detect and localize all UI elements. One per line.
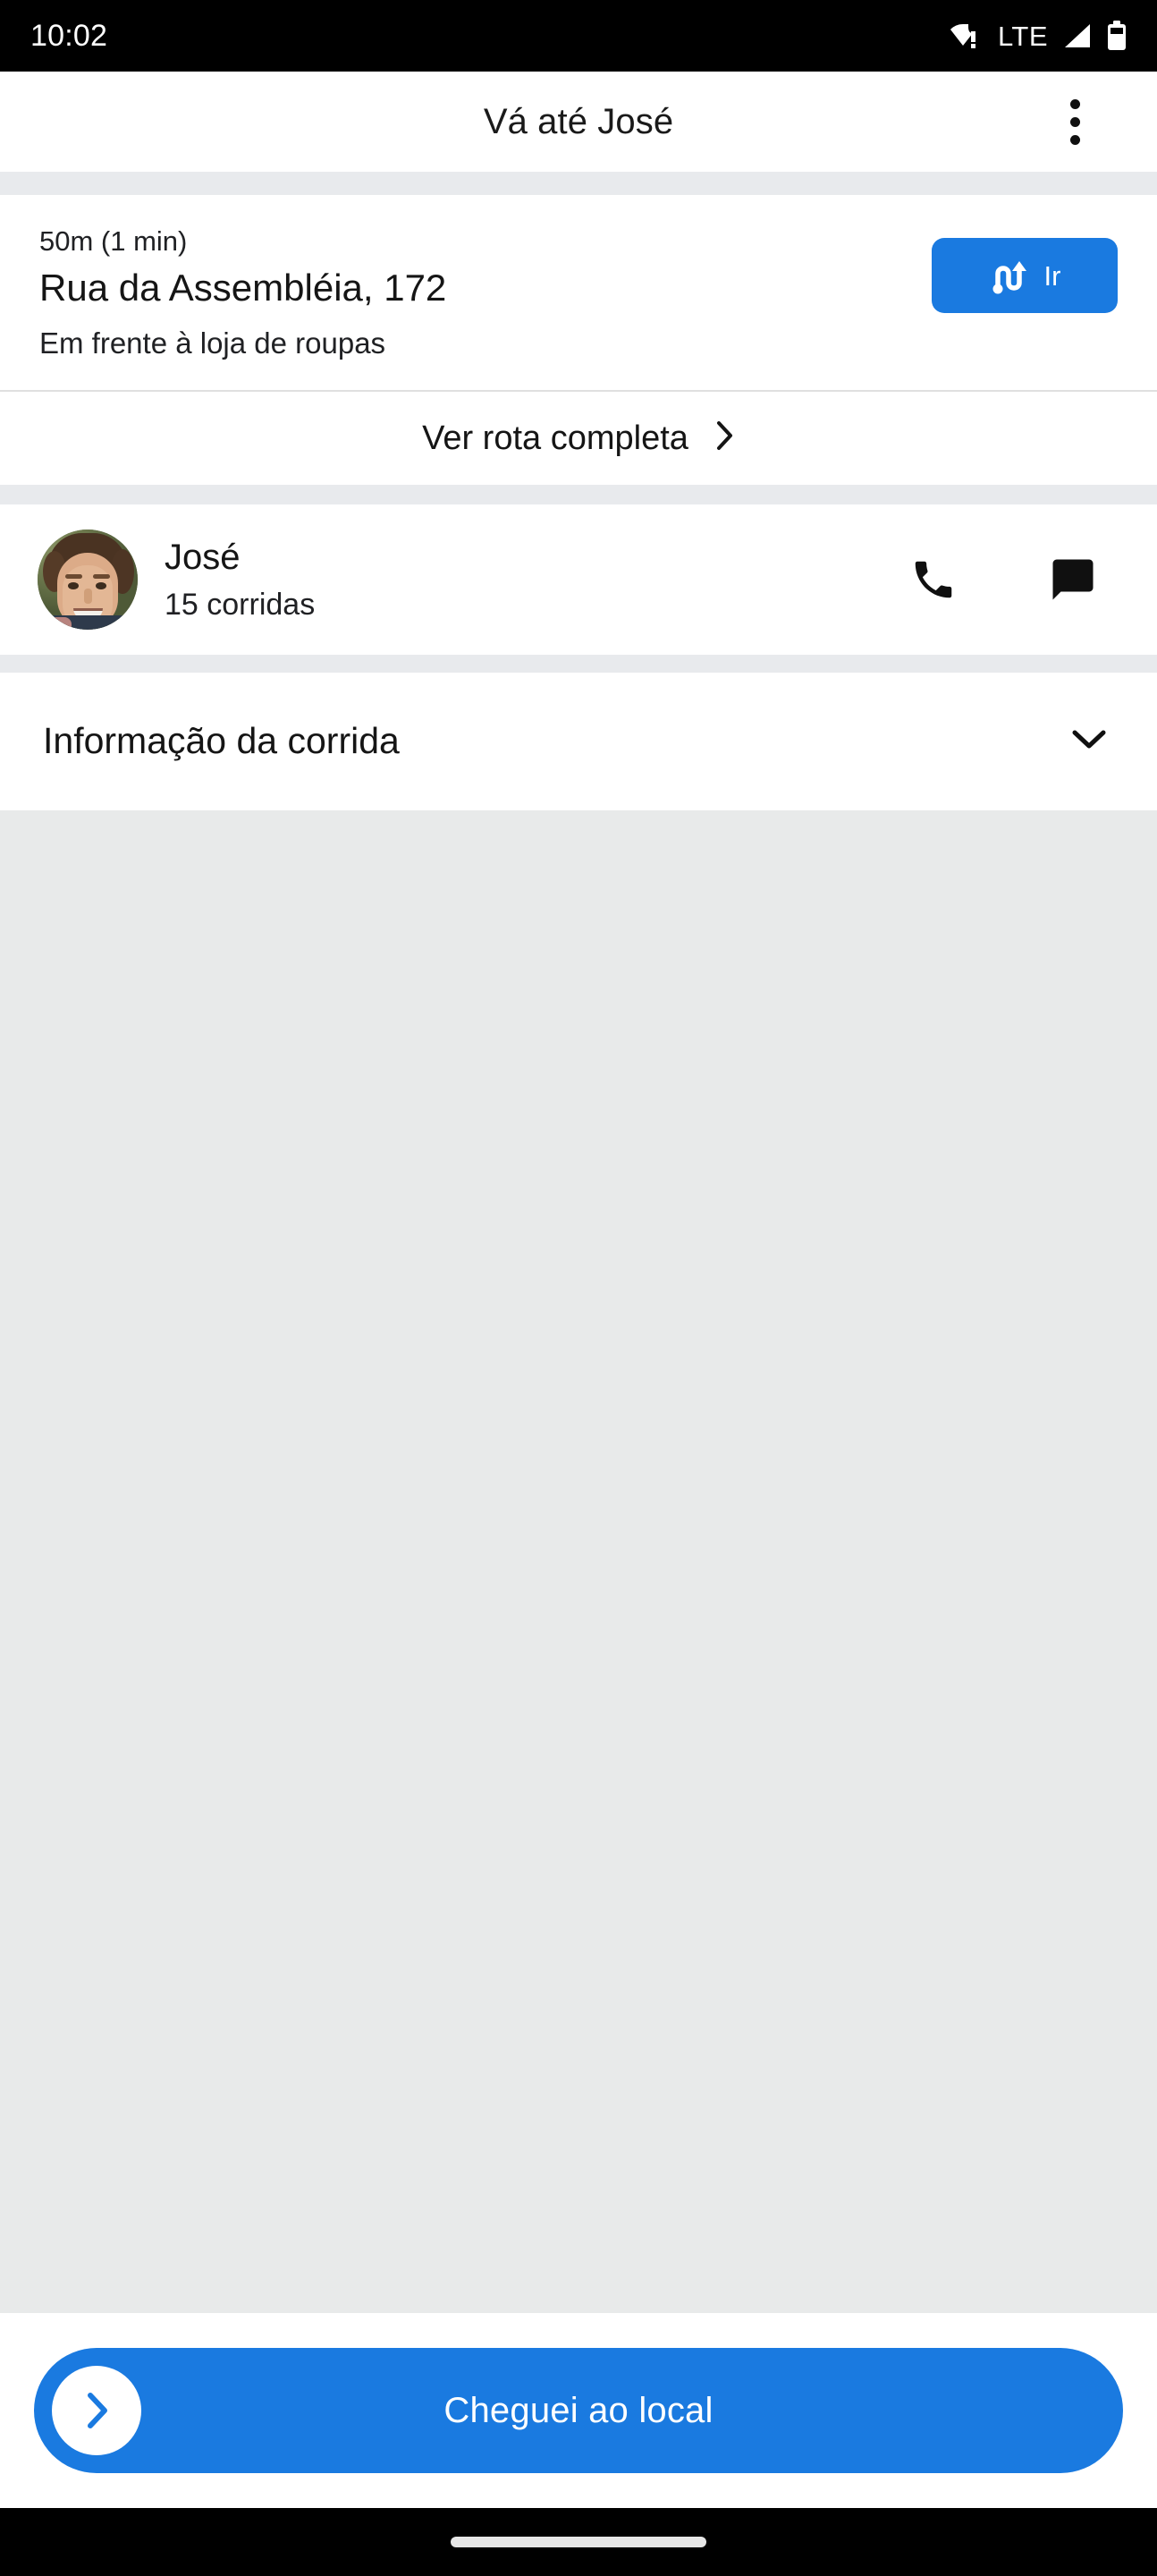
app-screen: 10:02 LTE Vá até José 50m (1 min) Rua da… — [0, 0, 1157, 2576]
destination-note: Em frente à loja de roupas — [39, 326, 386, 360]
more-dot — [1069, 98, 1080, 109]
section-separator — [0, 654, 1157, 673]
map-area[interactable] — [0, 809, 1157, 2313]
navigation-route-icon — [989, 256, 1030, 295]
destination-card: 50m (1 min) Rua da Assembléia, 172 Em fr… — [0, 195, 1157, 485]
wifi-warning-icon — [950, 21, 984, 50]
slide-thumb[interactable] — [52, 2366, 141, 2455]
destination-texts: 50m (1 min) Rua da Assembléia, 172 Em fr… — [39, 224, 914, 363]
ride-info-section[interactable]: Informação da corrida — [0, 672, 1157, 810]
phone-icon[interactable] — [907, 553, 960, 606]
signal-bars-icon — [1062, 22, 1093, 49]
rider-row[interactable]: José 15 corridas — [0, 504, 1157, 655]
chevron-down-icon[interactable] — [1069, 726, 1109, 756]
view-full-route-button[interactable]: Ver rota completa — [0, 391, 1157, 485]
status-time: 10:02 — [30, 19, 108, 53]
app-bar: Vá até José — [0, 72, 1157, 172]
more-vert-icon[interactable] — [1048, 92, 1102, 151]
more-dot — [1069, 116, 1080, 127]
page-title: Vá até José — [483, 101, 674, 141]
section-separator — [0, 484, 1157, 504]
bottom-action-bar: Cheguei ao local — [0, 2313, 1157, 2508]
status-bar: 10:02 LTE — [0, 0, 1157, 72]
destination-eta: 50m (1 min) — [39, 225, 188, 257]
arrived-slide-button[interactable]: Cheguei ao local — [34, 2348, 1123, 2473]
network-type-label: LTE — [997, 20, 1048, 52]
section-separator — [0, 172, 1157, 195]
rider-name: José — [165, 538, 241, 578]
system-navigation-bar — [0, 2508, 1157, 2576]
view-full-route-label: Ver rota completa — [422, 419, 688, 457]
chevron-right-icon — [81, 2390, 112, 2431]
chat-bubble-icon[interactable] — [1046, 553, 1100, 606]
home-indicator[interactable] — [451, 2537, 706, 2547]
destination-row: 50m (1 min) Rua da Assembléia, 172 Em fr… — [0, 195, 1157, 390]
destination-address: Rua da Assembléia, 172 — [39, 267, 447, 309]
rider-actions — [907, 553, 1118, 606]
go-button-label: Ir — [1043, 259, 1061, 292]
battery-icon — [1107, 21, 1127, 51]
avatar — [38, 529, 138, 630]
ride-info-title: Informação da corrida — [43, 720, 400, 762]
more-dot — [1069, 134, 1080, 145]
go-button[interactable]: Ir — [932, 238, 1118, 313]
chevron-right-icon — [715, 419, 735, 456]
arrived-slide-label: Cheguei ao local — [443, 2391, 714, 2430]
status-icon-group: LTE — [950, 21, 1127, 51]
rider-ride-count: 15 corridas — [165, 588, 316, 623]
rider-texts: José 15 corridas — [165, 535, 880, 623]
